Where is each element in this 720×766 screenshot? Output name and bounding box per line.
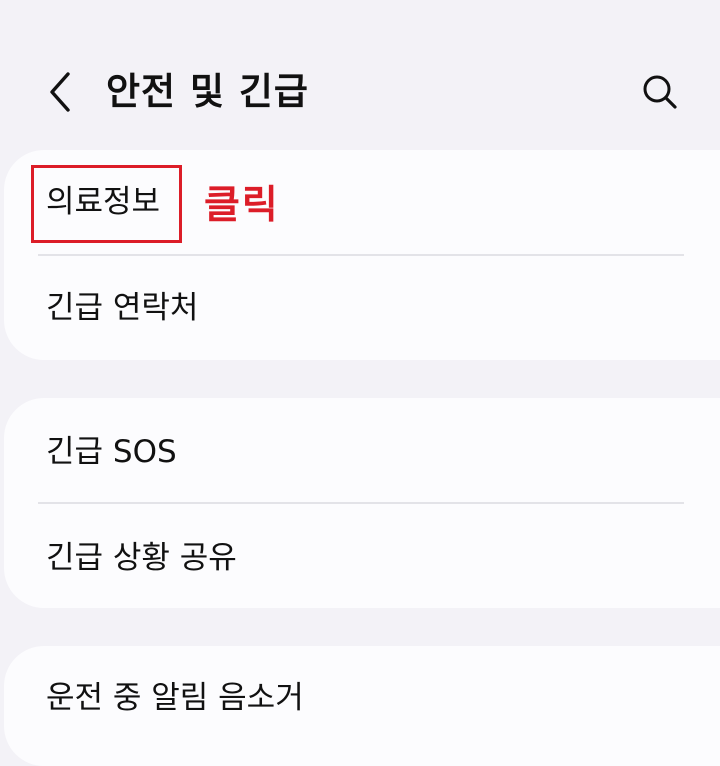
- chevron-left-icon: [50, 72, 70, 112]
- list-item-label: 긴급 SOS: [46, 434, 177, 470]
- list-item-emergency-contacts[interactable]: 긴급 연락처: [4, 256, 720, 360]
- back-button[interactable]: [36, 64, 84, 120]
- highlight-box: [31, 165, 182, 243]
- list-item-label: 운전 중 알림 음소거: [46, 680, 304, 716]
- list-item-label: 긴급 연락처: [46, 290, 199, 326]
- list-item-emergency-sharing[interactable]: 긴급 상황 공유: [4, 506, 720, 610]
- app-header: 안전 및 긴급: [0, 0, 720, 150]
- settings-card-emergency: 긴급 SOS 긴급 상황 공유: [4, 398, 720, 608]
- search-button[interactable]: [632, 64, 688, 120]
- list-item-driving-mute[interactable]: 운전 중 알림 음소거: [4, 646, 720, 750]
- search-icon: [643, 75, 677, 109]
- click-annotation: 클릭: [204, 183, 280, 228]
- settings-card-driving: 운전 중 알림 음소거: [4, 646, 720, 766]
- page-title: 안전 및 긴급: [106, 70, 309, 113]
- divider: [38, 502, 684, 504]
- list-item-emergency-sos[interactable]: 긴급 SOS: [4, 400, 720, 504]
- list-item-label: 긴급 상황 공유: [46, 540, 237, 576]
